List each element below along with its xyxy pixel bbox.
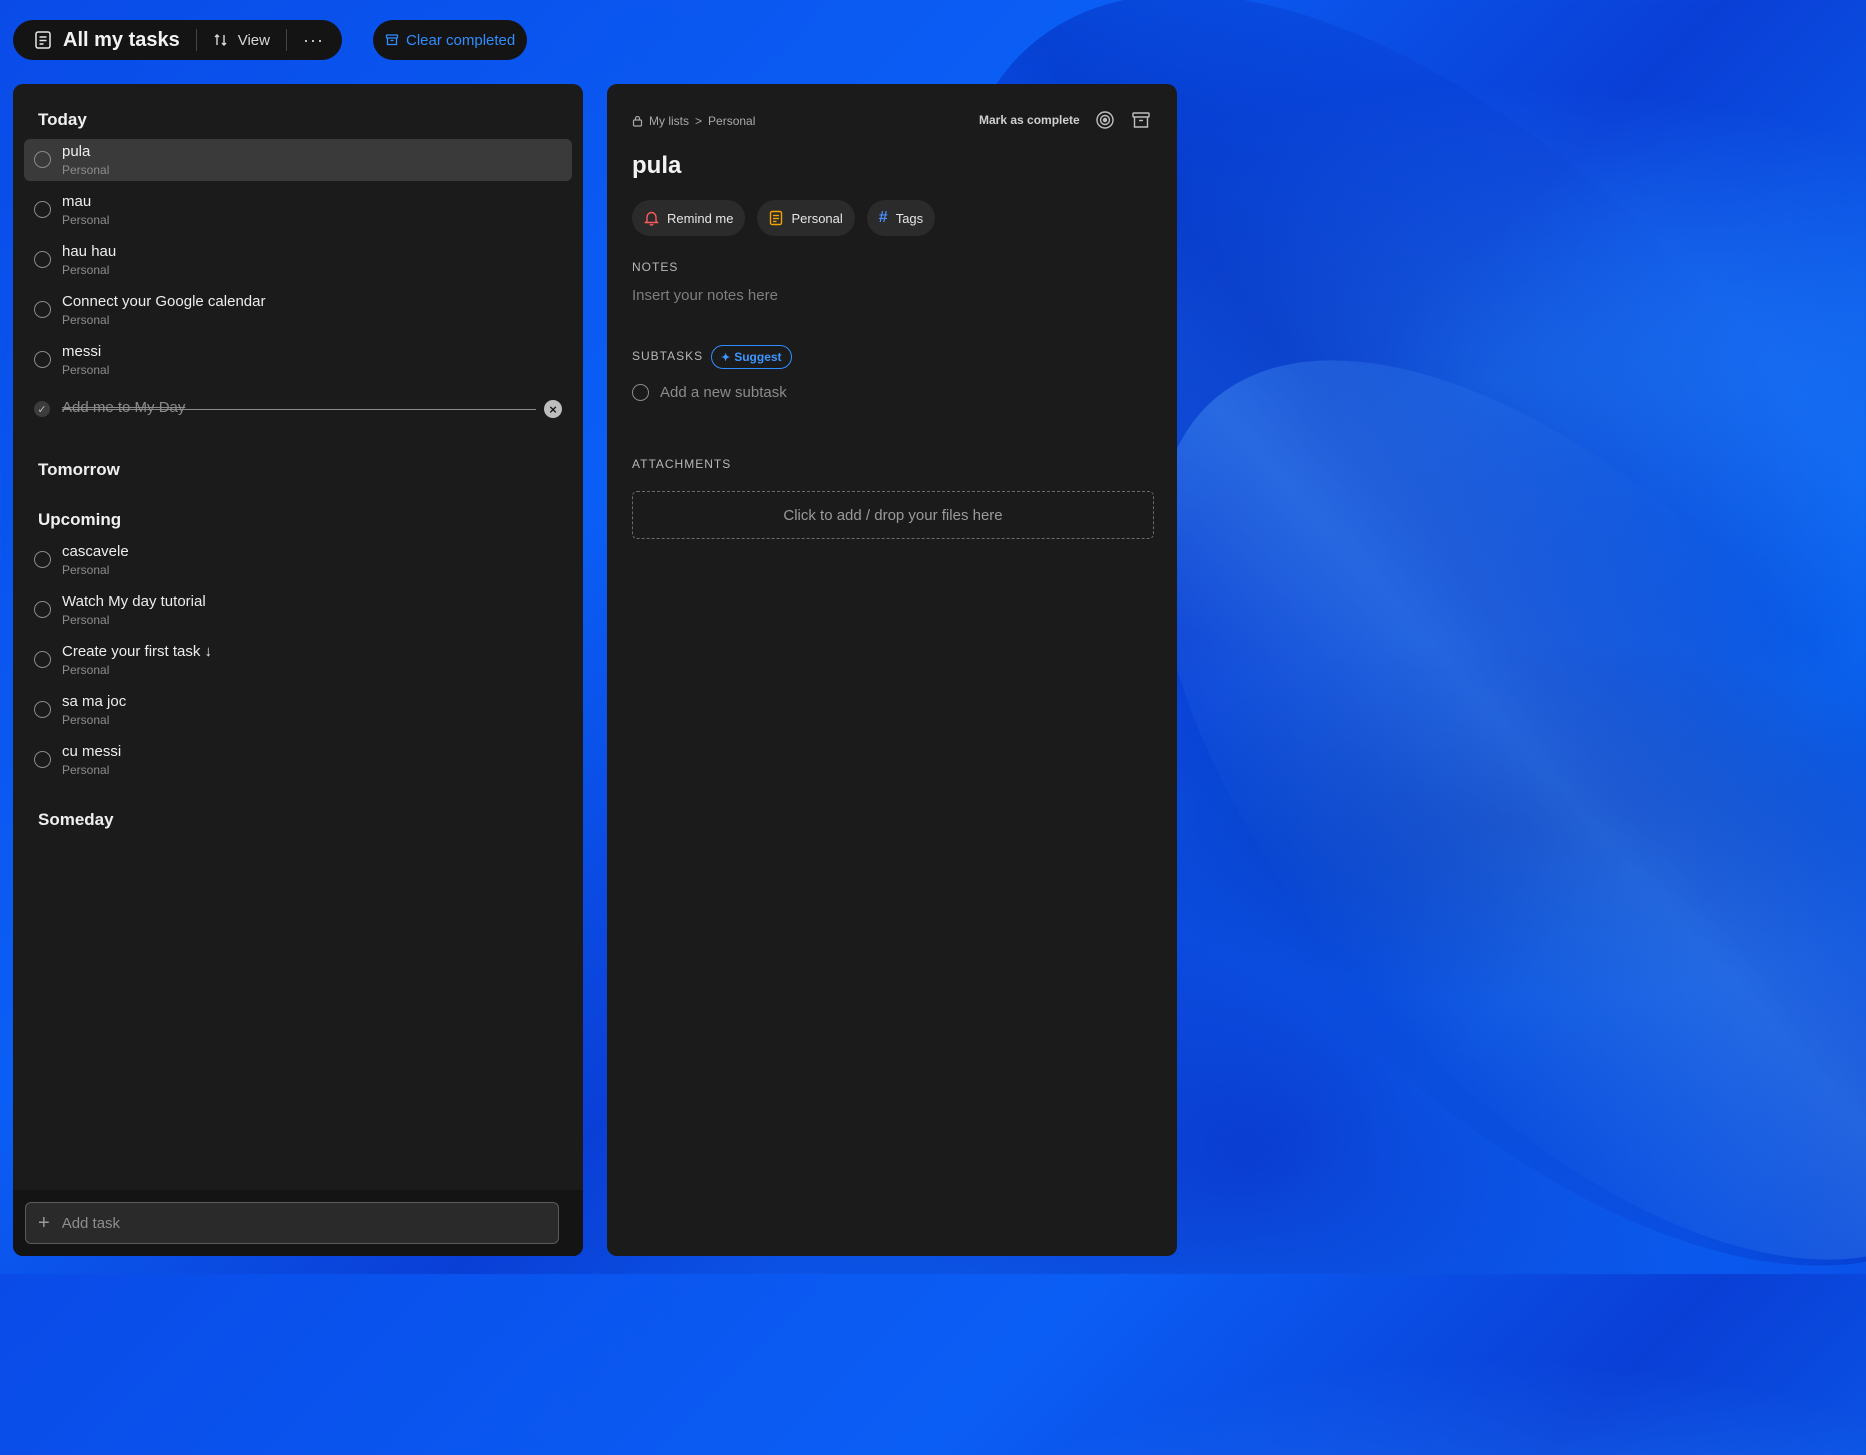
section-today: Today	[38, 110, 87, 129]
task-name: Add me to My Day	[62, 399, 186, 416]
view-label: View	[237, 31, 270, 49]
section-someday: Someday	[38, 810, 114, 829]
add-task-bar: +	[13, 1190, 583, 1256]
list-selector-label: Personal	[791, 210, 843, 226]
toolbar-divider	[195, 29, 197, 51]
subtasks-heading: SUBTASKS	[632, 349, 704, 363]
breadcrumb-list[interactable]: Personal	[708, 114, 755, 128]
tags-button[interactable]: # Tags	[866, 200, 936, 236]
suggest-label: Suggest	[734, 350, 782, 364]
list-icon	[35, 31, 51, 49]
task-list-name: Personal	[62, 213, 110, 227]
more-options-button[interactable]: ···	[303, 30, 324, 51]
task-list-name: Personal	[62, 563, 110, 577]
task-name: Watch My day tutorial	[62, 593, 206, 610]
task-name: Connect your Google calendar	[62, 293, 266, 310]
sparkle-icon: ✦	[721, 351, 731, 364]
completed-task-item[interactable]: ✓ Add me to My Day ×	[24, 394, 572, 424]
task-name: cascavele	[62, 543, 129, 560]
task-list-name: Personal	[62, 713, 110, 727]
task-title[interactable]: pula	[632, 152, 681, 180]
task-checkbox[interactable]	[34, 551, 51, 568]
task-item[interactable]: sa ma joc Personal	[24, 689, 572, 731]
task-item[interactable]: hau hau Personal	[24, 239, 572, 281]
notes-heading: NOTES	[632, 260, 679, 274]
clear-completed-button[interactable]: Clear completed	[373, 20, 528, 60]
hash-icon: #	[878, 209, 888, 226]
tags-label: Tags	[895, 210, 924, 226]
notes-input[interactable]	[632, 287, 1152, 304]
breadcrumb-separator: >	[695, 114, 703, 128]
focus-target-icon[interactable]	[1095, 110, 1115, 130]
top-toolbar: All my tasks View ···	[13, 20, 342, 60]
task-name: Create your first task ↓	[62, 643, 213, 660]
sort-icon	[214, 34, 227, 46]
add-task-input[interactable]	[59, 1213, 514, 1233]
task-name: sa ma joc	[62, 693, 127, 710]
task-list-name: Personal	[62, 263, 110, 277]
page-title: All my tasks	[63, 28, 180, 51]
breadcrumb-root[interactable]: My lists	[649, 114, 689, 128]
task-attribute-chips: Remind me Personal # Tags	[632, 200, 936, 236]
suggest-button[interactable]: ✦ Suggest	[711, 345, 792, 369]
mark-complete-button[interactable]: Mark as complete	[979, 113, 1080, 127]
remove-icon[interactable]: ×	[544, 400, 562, 418]
task-item[interactable]: Watch My day tutorial Personal	[24, 589, 572, 631]
breadcrumb: My lists > Personal	[632, 114, 755, 128]
task-list-name: Personal	[62, 763, 110, 777]
task-item[interactable]: Connect your Google calendar Personal	[24, 289, 572, 331]
task-list-name: Personal	[62, 163, 110, 177]
toolbar-divider	[285, 29, 287, 51]
task-checkbox[interactable]	[34, 701, 51, 718]
task-checkbox[interactable]	[34, 751, 51, 768]
list-selector-button[interactable]: Personal	[757, 200, 855, 236]
add-subtask-row	[632, 384, 1060, 401]
plus-icon: +	[38, 1211, 50, 1234]
task-checkbox[interactable]	[34, 601, 51, 618]
task-item[interactable]: cu messi Personal	[24, 739, 572, 781]
view-button[interactable]: View	[213, 32, 270, 49]
add-task-field[interactable]: +	[25, 1202, 559, 1244]
task-checkbox[interactable]	[34, 301, 51, 318]
task-item[interactable]: cascavele Personal	[24, 539, 572, 581]
clear-completed-label: Clear completed	[406, 31, 516, 49]
dropzone-label: Click to add / drop your files here	[783, 506, 1003, 524]
task-name: hau hau	[62, 243, 117, 260]
task-name: cu messi	[62, 743, 122, 760]
checkmark-icon[interactable]: ✓	[34, 401, 50, 417]
task-item[interactable]: pula Personal	[24, 139, 572, 181]
task-item[interactable]: messi Personal	[24, 339, 572, 381]
task-list-name: Personal	[62, 663, 110, 677]
task-list-name: Personal	[62, 313, 110, 327]
task-name: mau	[62, 193, 92, 210]
add-subtask-input[interactable]	[660, 384, 1060, 401]
task-checkbox[interactable]	[34, 251, 51, 268]
list-icon	[770, 210, 783, 226]
task-detail-panel: My lists > Personal Mark as complete pul…	[607, 84, 1177, 1256]
remind-me-button[interactable]: Remind me	[632, 200, 746, 236]
remind-me-label: Remind me	[667, 210, 734, 226]
task-name: messi	[62, 343, 102, 360]
attachments-heading: ATTACHMENTS	[632, 457, 732, 471]
task-item[interactable]: mau Personal	[24, 189, 572, 231]
task-list-panel: Today pula Personal mau Personal hau hau…	[13, 84, 583, 1256]
task-item[interactable]: Create your first task ↓ Personal	[24, 639, 572, 681]
task-checkbox[interactable]	[34, 651, 51, 668]
task-checkbox[interactable]	[34, 201, 51, 218]
lock-icon	[632, 115, 643, 127]
archive-icon	[385, 34, 399, 46]
task-checkbox[interactable]	[34, 151, 51, 168]
attachments-dropzone[interactable]: Click to add / drop your files here	[632, 491, 1154, 539]
task-checkbox[interactable]	[34, 351, 51, 368]
strikethrough-line	[62, 409, 536, 410]
section-upcoming: Upcoming	[38, 510, 122, 529]
bell-icon	[644, 211, 659, 226]
task-list-name: Personal	[62, 363, 110, 377]
subtask-checkbox	[632, 384, 649, 401]
section-tomorrow: Tomorrow	[38, 460, 120, 479]
task-name: pula	[62, 143, 91, 160]
archive-icon[interactable]	[1131, 110, 1151, 130]
task-list-name: Personal	[62, 613, 110, 627]
